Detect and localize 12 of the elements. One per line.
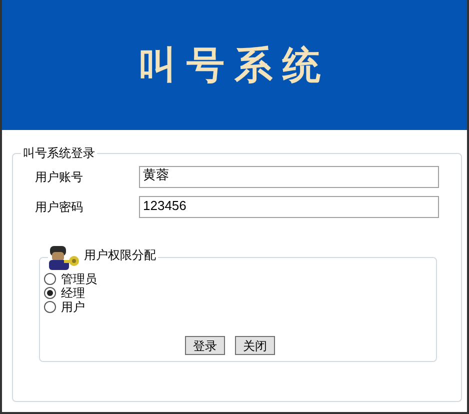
close-button[interactable]: 关闭 [235, 336, 275, 355]
field-label: 用户账号 [35, 169, 84, 186]
radio-option[interactable]: 经理 [44, 286, 85, 300]
radio-option[interactable]: 管理员 [44, 272, 97, 286]
field-label: 用户密码 [35, 199, 84, 216]
radio-option[interactable]: 用户 [44, 300, 85, 314]
login-legend: 叫号系统登录 [21, 144, 97, 162]
input-field[interactable]: 123456 [139, 196, 439, 218]
input-field[interactable]: 黄蓉 [139, 166, 439, 188]
login-button[interactable]: 登录 [185, 336, 225, 355]
app-title: 叫号系统 [138, 42, 330, 88]
role-legend: 用户权限分配 [82, 246, 158, 270]
